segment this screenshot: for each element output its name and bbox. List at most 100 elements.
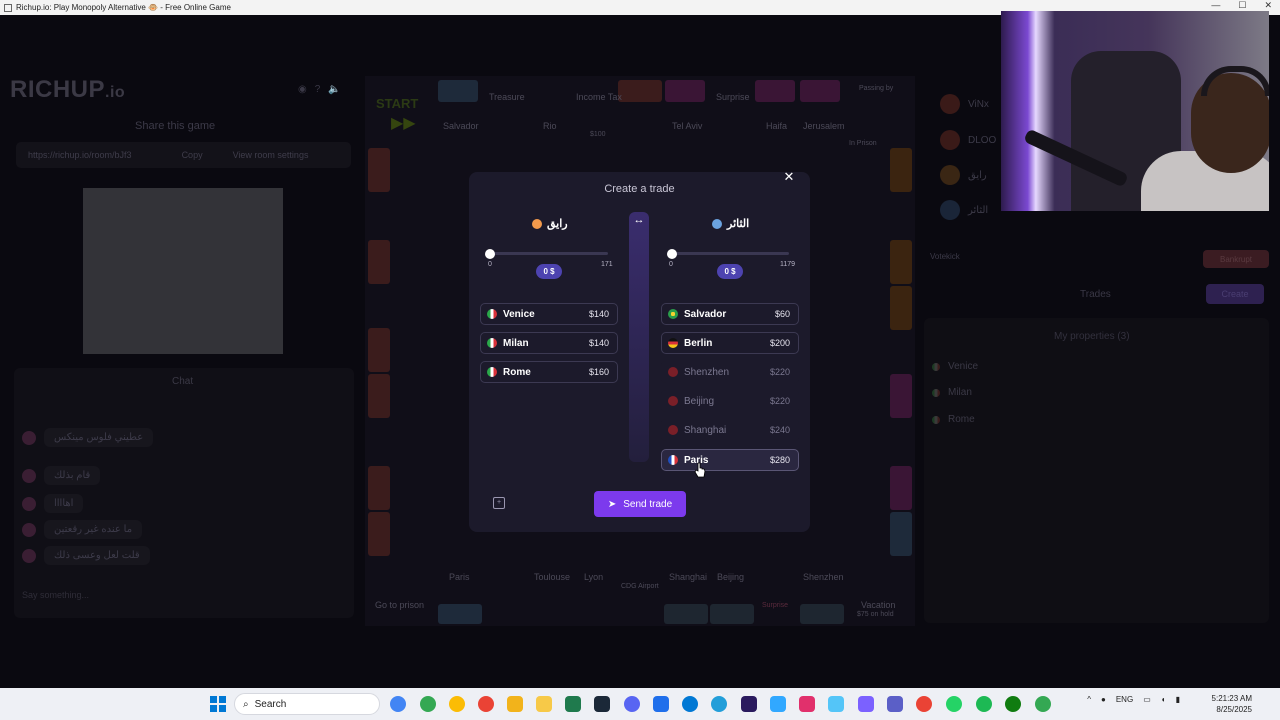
taskbar-search[interactable]: ⌕ Search bbox=[234, 693, 380, 715]
brazil-flag-icon bbox=[668, 309, 678, 319]
xbox-icon[interactable] bbox=[1005, 696, 1021, 712]
left-money-slider[interactable] bbox=[490, 252, 608, 255]
chat-input[interactable]: Say something... bbox=[22, 590, 342, 612]
trade-property-card[interactable]: Rome $160 bbox=[480, 361, 618, 383]
premiere-icon[interactable] bbox=[741, 696, 757, 712]
china-flag-icon bbox=[668, 396, 678, 406]
trade-property-card[interactable]: Shanghai $240 bbox=[661, 419, 799, 441]
language-indicator[interactable]: ENG bbox=[1116, 695, 1133, 704]
tile-label[interactable]: Lyon bbox=[584, 572, 603, 582]
tile-label[interactable]: Haifa bbox=[766, 121, 787, 131]
trade-chat-icon[interactable]: + bbox=[493, 497, 505, 509]
flutter-icon[interactable] bbox=[828, 696, 844, 712]
tile-label[interactable]: Rio bbox=[543, 121, 557, 131]
tile-label[interactable]: Toulouse bbox=[534, 572, 570, 582]
mic-icon[interactable]: ● bbox=[1101, 695, 1106, 704]
tile-label[interactable]: Shanghai bbox=[669, 572, 707, 582]
room-url[interactable]: https://richup.io/room/bJf3 bbox=[28, 150, 132, 160]
copy-button[interactable]: Copy bbox=[182, 150, 203, 160]
whatsapp-icon[interactable] bbox=[946, 696, 962, 712]
hand-cursor-icon bbox=[694, 462, 706, 478]
chrome-icon[interactable] bbox=[420, 696, 436, 712]
help-icon[interactable]: ? bbox=[315, 84, 321, 95]
teams-icon[interactable] bbox=[887, 696, 903, 712]
chrome-icon[interactable] bbox=[916, 696, 932, 712]
spotify-icon[interactable] bbox=[976, 696, 992, 712]
tile-label[interactable]: CDG Airport bbox=[621, 583, 659, 590]
folder-icon[interactable] bbox=[507, 696, 523, 712]
trade-property-card[interactable]: Berlin $200 bbox=[661, 332, 799, 354]
tile-label[interactable]: Income Tax bbox=[576, 92, 622, 102]
discord-icon[interactable] bbox=[624, 696, 640, 712]
speaker-icon[interactable]: ◖ bbox=[1161, 695, 1166, 704]
right-money-slider[interactable] bbox=[671, 252, 789, 255]
app-icon[interactable] bbox=[536, 696, 552, 712]
tile-label[interactable]: Paris bbox=[449, 572, 470, 582]
trade-property-card[interactable]: Beijing $220 bbox=[661, 390, 799, 412]
votekick-button[interactable]: Votekick bbox=[930, 252, 960, 261]
chevron-up-icon[interactable]: ^ bbox=[1087, 695, 1091, 704]
app-icon[interactable] bbox=[799, 696, 815, 712]
trade-property-card[interactable]: Paris $280 bbox=[661, 449, 799, 471]
player-row[interactable]: DLOO bbox=[940, 130, 996, 150]
excel-icon[interactable] bbox=[565, 696, 581, 712]
minimize-icon[interactable]: — bbox=[1211, 0, 1220, 11]
chrome-icon[interactable] bbox=[478, 696, 494, 712]
tile-label[interactable]: Salvador bbox=[443, 121, 479, 131]
chrome-icon[interactable] bbox=[449, 696, 465, 712]
trade-property-card[interactable]: Salvador $60 bbox=[661, 303, 799, 325]
battery-icon[interactable]: ▮ bbox=[1176, 695, 1180, 704]
trade-property-card[interactable]: Venice $140 bbox=[480, 303, 618, 325]
create-trade-button[interactable]: Create bbox=[1206, 284, 1264, 304]
bankrupt-button[interactable]: Bankrupt bbox=[1203, 250, 1269, 268]
left-slider-thumb[interactable] bbox=[485, 249, 495, 259]
chrome-icon[interactable] bbox=[390, 696, 406, 712]
share-row: https://richup.io/room/bJf3 Copy View ro… bbox=[16, 142, 351, 168]
tile-color-strip bbox=[800, 80, 840, 102]
my-property-item[interactable]: Milan bbox=[932, 387, 972, 398]
edge-icon[interactable] bbox=[682, 696, 698, 712]
tile-color-strip bbox=[438, 80, 478, 102]
tile-label[interactable]: Surprise bbox=[762, 602, 788, 609]
right-slider-thumb[interactable] bbox=[667, 249, 677, 259]
left-money-amount[interactable]: 0 $ bbox=[536, 264, 562, 279]
trade-property-card[interactable]: Shenzhen $220 bbox=[661, 361, 799, 383]
app-icon[interactable] bbox=[653, 696, 669, 712]
player-row[interactable]: الثائر bbox=[940, 200, 988, 220]
room-settings-button[interactable]: View room settings bbox=[233, 150, 309, 160]
tile-label[interactable]: Surprise bbox=[716, 92, 750, 102]
windows-start-icon[interactable] bbox=[210, 696, 226, 712]
avatar bbox=[712, 218, 722, 229]
trade-property-card[interactable]: Milan $140 bbox=[480, 332, 618, 354]
photoshop-icon[interactable] bbox=[770, 696, 786, 712]
tile-label[interactable]: Treasure bbox=[489, 92, 525, 102]
player-row[interactable]: رايق bbox=[940, 165, 987, 185]
steam-icon[interactable] bbox=[594, 696, 610, 712]
tile-label[interactable]: Tel Aviv bbox=[672, 121, 702, 131]
taskbar-clock[interactable]: 5:21:23 AM 8/25/2025 bbox=[1212, 693, 1252, 715]
chat-message: اهاااا bbox=[22, 494, 84, 513]
avatar bbox=[940, 165, 960, 185]
player-row[interactable]: ViNx bbox=[940, 94, 989, 114]
network-icon[interactable]: ▭ bbox=[1143, 695, 1151, 704]
tile-color-strip bbox=[890, 466, 912, 510]
telegram-icon[interactable] bbox=[711, 696, 727, 712]
modal-title: Create a trade bbox=[604, 183, 675, 195]
app-icon[interactable] bbox=[858, 696, 874, 712]
close-icon[interactable]: ✕ bbox=[782, 170, 796, 184]
tile-label[interactable]: Beijing bbox=[717, 572, 744, 582]
tile-color-strip bbox=[368, 240, 390, 284]
maximize-icon[interactable]: ☐ bbox=[1238, 0, 1246, 11]
tile-color-strip bbox=[890, 512, 912, 556]
send-trade-button[interactable]: ➤ Send trade bbox=[594, 491, 686, 517]
tile-label[interactable]: Shenzhen bbox=[803, 572, 844, 582]
tile-label[interactable]: Jerusalem bbox=[803, 121, 845, 131]
close-window-icon[interactable]: ✕ bbox=[1264, 0, 1272, 11]
chrome-icon[interactable] bbox=[1035, 696, 1051, 712]
discord-icon[interactable]: ◉ bbox=[298, 84, 307, 95]
my-property-item[interactable]: Rome bbox=[932, 414, 975, 425]
tile-label[interactable]: Passing by bbox=[859, 85, 893, 92]
sound-icon[interactable]: 🔈 bbox=[328, 84, 340, 95]
my-property-item[interactable]: Venice bbox=[932, 361, 978, 372]
right-money-amount[interactable]: 0 $ bbox=[717, 264, 743, 279]
